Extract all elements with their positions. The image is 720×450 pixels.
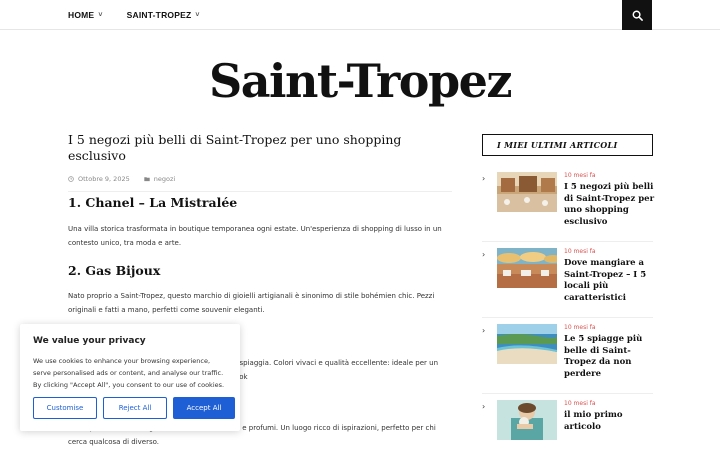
- post-thumbnail[interactable]: [497, 172, 557, 212]
- search-icon: [632, 10, 643, 21]
- chevron-down-icon: ˅: [195, 11, 200, 19]
- post-date-text: Ottobre 9, 2025: [78, 174, 130, 183]
- post-title[interactable]: I 5 negozi più belli di Saint-Tropez per…: [68, 132, 452, 165]
- section-text-2: Nato proprio a Saint-Tropez, questo marc…: [68, 292, 435, 314]
- chevron-down-icon: ˅: [98, 11, 103, 19]
- section-text-3-partial: a spiaggia. Colori vivaci e qualità ecce…: [233, 359, 439, 381]
- sidebar-post-title[interactable]: I 5 negozi più belli di Saint-Tropez per…: [564, 182, 656, 228]
- sidebar-post-title[interactable]: il mio primo articolo: [564, 410, 656, 433]
- site-title[interactable]: Saint-Tropez: [0, 54, 720, 108]
- sidebar-post-item[interactable]: › 10 mesi fa I 5 negozi più belli di Sai…: [482, 170, 656, 242]
- bullet-icon: ›: [482, 326, 486, 335]
- post-thumbnail[interactable]: [497, 324, 557, 364]
- accept-all-button[interactable]: Accept All: [173, 397, 235, 419]
- nav-item-saint-tropez-label: SAINT-TROPEZ: [126, 10, 192, 20]
- sidebar-post-date: 10 mesi fa: [564, 172, 596, 179]
- nav-item-home-label: HOME: [68, 10, 95, 20]
- sidebar-post-item[interactable]: › 10 mesi fa il mio primo articolo: [482, 398, 653, 450]
- post-thumbnail[interactable]: [497, 248, 557, 288]
- sidebar-post-date: 10 mesi fa: [564, 324, 596, 331]
- section-heading-1: 1. Chanel – La Mistralée: [68, 195, 238, 210]
- clock-icon: [68, 175, 74, 182]
- section-text-1: Una villa storica trasformata in boutiqu…: [68, 225, 442, 247]
- post-category[interactable]: negozi: [144, 175, 175, 183]
- widget-title: I MIEI ULTIMI ARTICOLI: [482, 134, 653, 156]
- bullet-icon: ›: [482, 402, 486, 411]
- post-thumbnail[interactable]: [497, 400, 557, 440]
- section-heading-2: 2. Gas Bijoux: [68, 263, 161, 278]
- cookie-buttons: Customise Reject All Accept All: [33, 397, 235, 419]
- customise-button[interactable]: Customise: [33, 397, 97, 419]
- bullet-icon: ›: [482, 174, 486, 183]
- nav-item-saint-tropez[interactable]: SAINT-TROPEZ ˅: [127, 10, 200, 20]
- main-menu: HOME ˅ SAINT-TROPEZ ˅: [68, 0, 200, 30]
- bullet-icon: ›: [482, 250, 486, 259]
- reject-all-button[interactable]: Reject All: [103, 397, 167, 419]
- sidebar: I MIEI ULTIMI ARTICOLI › 10 mesi fa I 5 …: [482, 134, 656, 450]
- sidebar-post-title[interactable]: Dove mangiare a Saint-Tropez – I 5 local…: [564, 258, 656, 304]
- post-meta: Ottobre 9, 2025 negozi: [68, 175, 452, 192]
- folder-icon: [144, 176, 150, 181]
- sidebar-post-date: 10 mesi fa: [564, 400, 596, 407]
- sidebar-post-item[interactable]: › 10 mesi fa Dove mangiare a Saint-Trope…: [482, 246, 653, 318]
- article: I 5 negozi più belli di Saint-Tropez per…: [68, 132, 452, 192]
- post-date: Ottobre 9, 2025: [68, 175, 130, 183]
- sidebar-post-date: 10 mesi fa: [564, 248, 596, 255]
- top-navigation-bar: HOME ˅ SAINT-TROPEZ ˅: [0, 0, 720, 30]
- cookie-title: We value your privacy: [33, 336, 146, 346]
- search-button[interactable]: [622, 0, 652, 30]
- cookie-text: We use cookies to enhance your browsing …: [33, 357, 225, 389]
- nav-item-home[interactable]: HOME ˅: [68, 10, 103, 20]
- cookie-consent-banner: We value your privacy We use cookies to …: [20, 324, 240, 431]
- sidebar-post-item[interactable]: › 10 mesi fa Le 5 spiagge più belle di S…: [482, 322, 653, 394]
- sidebar-post-title[interactable]: Le 5 spiagge più belle di Saint-Tropez d…: [564, 334, 656, 380]
- post-category-text: negozi: [153, 174, 176, 183]
